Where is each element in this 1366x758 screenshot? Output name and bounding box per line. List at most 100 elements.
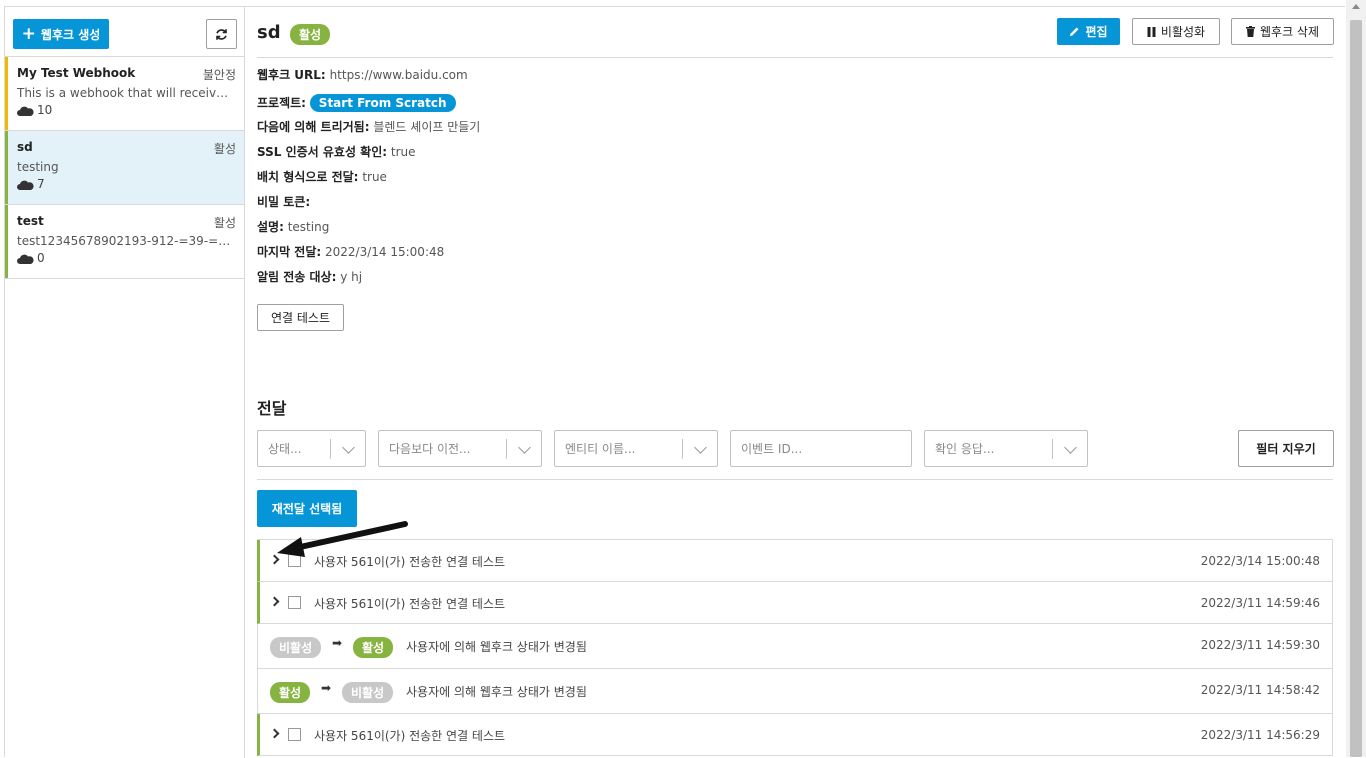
scroll-thumb[interactable] — [1350, 20, 1362, 757]
status-change-time: 2022/3/11 14:58:42 — [1200, 683, 1320, 697]
arrow-right-icon: ➡ — [332, 636, 343, 650]
pencil-icon — [1070, 27, 1079, 37]
count-value: 7 — [37, 177, 45, 191]
to-status-badge: 비활성 — [342, 682, 394, 703]
ssl-value: true — [390, 145, 416, 159]
to-status-badge: 활성 — [353, 637, 394, 658]
ssl-row: SSL 인증서 유효성 확인: true — [257, 144, 480, 169]
date-before-filter[interactable]: 다음보다 이전... — [378, 430, 542, 467]
status-change-row: 활성 ➡ 비활성 사용자에 의해 웹후크 상태가 변경됨 2022/3/11 1… — [257, 669, 1333, 714]
chevron-down-icon — [694, 441, 707, 454]
webhook-status: 활성 — [213, 142, 236, 156]
ack-filter-placeholder: 확인 응답... — [935, 442, 995, 456]
webhook-info: 웹후크 URL: https://www.baidu.com 프로젝트: Sta… — [257, 67, 480, 294]
dropdown-separator — [330, 439, 331, 459]
project-tag[interactable]: Start From Scratch — [309, 94, 456, 112]
ack-filter[interactable]: 확인 응답... — [924, 430, 1088, 467]
ssl-key: SSL 인증서 유효성 확인: — [257, 145, 388, 159]
last-delivery-value: 2022/3/14 15:00:48 — [325, 245, 445, 259]
batch-row: 배치 형식으로 전달: true — [257, 169, 480, 194]
expand-chevron-icon[interactable] — [269, 728, 280, 739]
sidebar-toolbar: + 웹후크 생성 — [5, 7, 244, 57]
entity-filter-placeholder: 엔티티 이름... — [565, 442, 636, 456]
description-row: 설명: testing — [257, 219, 480, 244]
status-filter-placeholder: 상태... — [268, 442, 302, 456]
batch-key: 배치 형식으로 전달: — [257, 170, 359, 184]
create-webhook-button[interactable]: + 웹후크 생성 — [13, 19, 109, 49]
pause-icon — [1147, 26, 1156, 37]
trigger-key: 다음에 의해 트리거됨: — [257, 120, 370, 134]
chevron-down-icon — [1064, 441, 1077, 454]
test-connection-button[interactable]: 연결 테스트 — [257, 304, 344, 331]
trigger-value: 블렌드 셰이프 만들기 — [373, 120, 481, 134]
delivery-text: 사용자 561이(가) 전송한 연결 테스트 — [314, 597, 506, 611]
disable-button[interactable]: 비활성화 — [1132, 18, 1220, 45]
edit-button[interactable]: 편집 — [1057, 18, 1120, 45]
delivery-text: 사용자 561이(가) 전송한 연결 테스트 — [314, 729, 506, 743]
webhook-name: test — [17, 214, 44, 228]
project-row: 프로젝트: Start From Scratch — [257, 92, 480, 119]
webhooks-app: + 웹후크 생성 My Test Webhook 불안정 This is a w… — [4, 6, 1345, 758]
delivery-row[interactable]: 사용자 561이(가) 전송한 연결 테스트 2022/3/11 14:59:4… — [257, 582, 1333, 624]
status-change-text: 사용자에 의해 웹후크 상태가 변경됨 — [406, 685, 587, 699]
status-filter[interactable]: 상태... — [257, 430, 366, 467]
cloud-icon — [17, 254, 34, 264]
dropdown-separator — [506, 439, 507, 459]
webhook-sidebar: + 웹후크 생성 My Test Webhook 불안정 This is a w… — [5, 7, 245, 758]
page-title: sd — [257, 22, 281, 43]
create-webhook-label: 웹후크 생성 — [40, 27, 101, 42]
status-bar — [5, 131, 8, 204]
dropdown-separator — [1052, 439, 1053, 459]
delivery-time: 2022/3/14 15:00:48 — [1200, 554, 1320, 568]
description-value: testing — [287, 220, 330, 234]
scrollbar[interactable] — [1346, 0, 1366, 757]
from-status-badge: 활성 — [270, 682, 311, 703]
webhook-name: sd — [17, 140, 33, 154]
webhook-list-item[interactable]: sd 활성 testing 7 — [5, 131, 244, 205]
cloud-icon — [17, 180, 34, 190]
edit-label: 편집 — [1085, 25, 1108, 39]
status-badge: 활성 — [290, 24, 331, 45]
annotation-arrow-icon — [277, 521, 408, 557]
delivery-row[interactable]: 사용자 561이(가) 전송한 연결 테스트 2022/3/11 14:56:2… — [257, 714, 1333, 756]
webhook-list-item[interactable]: test 활성 test12345678902193-912-=39-=1223… — [5, 205, 244, 279]
clear-filters-button[interactable]: 필터 지우기 — [1238, 430, 1334, 467]
webhook-list-item[interactable]: My Test Webhook 불안정 This is a webhook th… — [5, 57, 244, 131]
trigger-row: 다음에 의해 트리거됨: 블렌드 셰이프 만들기 — [257, 119, 480, 144]
row-checkbox[interactable] — [288, 728, 301, 741]
webhook-description: test12345678902193-912-=39-=1223213 — [17, 234, 235, 248]
url-value: https://www.baidu.com — [329, 68, 468, 82]
chevron-down-icon — [342, 441, 355, 454]
refresh-icon — [216, 28, 227, 40]
delete-label: 웹후크 삭제 — [1259, 25, 1319, 39]
webhook-detail: sd 활성 편집 비활성화 웹후크 삭제 웹후크 URL: https://ww… — [257, 7, 1334, 758]
trash-icon — [1245, 26, 1255, 37]
refresh-button[interactable] — [206, 19, 237, 49]
scroll-up-icon[interactable] — [1352, 4, 1360, 9]
url-row: 웹후크 URL: https://www.baidu.com — [257, 67, 480, 92]
webhook-delivery-count: 10 — [17, 103, 236, 117]
event-id-input[interactable]: 이벤트 ID... — [730, 430, 912, 467]
delete-webhook-button[interactable]: 웹후크 삭제 — [1231, 18, 1334, 45]
project-key: 프로젝트: — [257, 96, 306, 110]
webhook-delivery-count: 7 — [17, 177, 236, 191]
chevron-down-icon — [518, 441, 531, 454]
last-delivery-key: 마지막 전달: — [257, 245, 322, 259]
webhook-status: 활성 — [213, 216, 236, 230]
delivery-time: 2022/3/11 14:56:29 — [1200, 728, 1320, 742]
event-id-placeholder: 이벤트 ID... — [741, 442, 803, 456]
cloud-icon — [17, 106, 34, 116]
from-status-badge: 비활성 — [270, 637, 322, 658]
delivery-list: 사용자 561이(가) 전송한 연결 테스트 2022/3/14 15:00:4… — [257, 539, 1333, 756]
webhook-delivery-count: 0 — [17, 251, 236, 265]
delivery-row[interactable]: 사용자 561이(가) 전송한 연결 테스트 2022/3/14 15:00:4… — [257, 540, 1333, 582]
plus-icon: + — [21, 23, 36, 44]
expand-chevron-icon[interactable] — [269, 596, 280, 607]
status-change-time: 2022/3/11 14:59:30 — [1200, 638, 1320, 652]
notify-row: 알림 전송 대상: y hj — [257, 269, 480, 294]
description-key: 설명: — [257, 220, 284, 234]
arrow-right-icon: ➡ — [321, 681, 332, 695]
count-value: 10 — [37, 103, 53, 117]
row-checkbox[interactable] — [288, 596, 301, 609]
entity-name-filter[interactable]: 엔티티 이름... — [554, 430, 718, 467]
